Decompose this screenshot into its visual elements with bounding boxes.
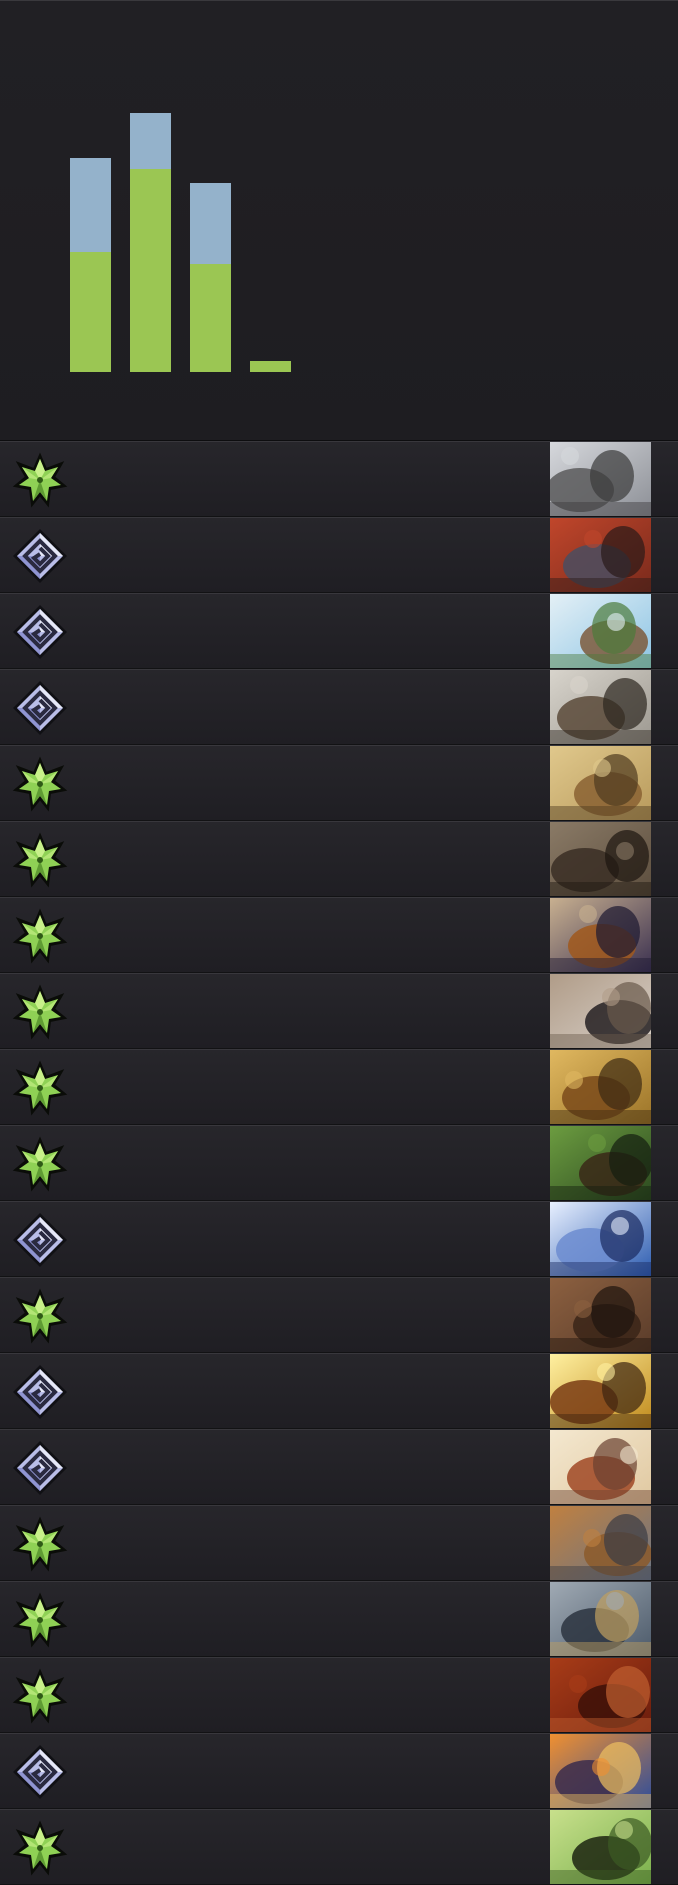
nature-leaf-icon [12, 832, 68, 888]
card-list [0, 441, 678, 1885]
card-row-16[interactable] [0, 1581, 678, 1657]
autumn-squirrel-art [550, 1050, 651, 1124]
card-row-3[interactable] [0, 593, 678, 669]
card-row-9[interactable] [0, 1049, 678, 1125]
brown-bear-art [550, 1278, 651, 1352]
nature-leaf-icon [12, 1060, 68, 1116]
order-diamond-icon [12, 1744, 68, 1800]
sabretooth-beast-art [550, 822, 651, 896]
card-row-14[interactable] [0, 1429, 678, 1505]
card-row-6[interactable] [0, 821, 678, 897]
card-row-1[interactable] [0, 441, 678, 517]
golden-light-mage-art [550, 1354, 651, 1428]
nature-leaf-icon [12, 1668, 68, 1724]
bar-green-3[interactable] [190, 264, 231, 372]
nature-leaf-icon [12, 984, 68, 1040]
nature-leaf-icon [12, 1516, 68, 1572]
black-raven-art [550, 974, 651, 1048]
red-haired-archer-art [550, 1430, 651, 1504]
bar-blue-1[interactable] [70, 158, 111, 252]
nature-leaf-icon [12, 1592, 68, 1648]
order-diamond-icon [12, 528, 68, 584]
nature-leaf-icon [12, 1136, 68, 1192]
cost-curve-chart-svg [70, 113, 291, 372]
royal-guards-art [550, 1734, 651, 1808]
nature-leaf-icon [12, 1820, 68, 1876]
bar-green-4[interactable] [250, 361, 291, 372]
lion-warrior-art [550, 1506, 651, 1580]
brown-rabbit-art [550, 746, 651, 820]
stag-silhouette-art [550, 1810, 651, 1884]
ice-knight-art [550, 1202, 651, 1276]
wolf-pack-art [550, 1582, 651, 1656]
shaman-warrior-art [550, 898, 651, 972]
bar-green-1[interactable] [70, 252, 111, 372]
card-row-4[interactable] [0, 669, 678, 745]
card-row-2[interactable] [0, 517, 678, 593]
bar-blue-2[interactable] [130, 113, 171, 169]
forest-ranger-art [550, 1126, 651, 1200]
grey-rat-on-rock-art [550, 442, 651, 516]
bar-blue-3[interactable] [190, 183, 231, 264]
card-row-18[interactable] [0, 1733, 678, 1809]
order-diamond-icon [12, 1212, 68, 1268]
nature-leaf-icon [12, 452, 68, 508]
order-diamond-icon [12, 1364, 68, 1420]
nature-leaf-icon [12, 756, 68, 812]
armored-dwarf-art [550, 670, 651, 744]
nature-leaf-icon [12, 1288, 68, 1344]
card-row-15[interactable] [0, 1505, 678, 1581]
card-row-5[interactable] [0, 745, 678, 821]
card-row-8[interactable] [0, 973, 678, 1049]
card-row-10[interactable] [0, 1125, 678, 1201]
hooded-warrior-red-art [550, 518, 651, 592]
card-row-13[interactable] [0, 1353, 678, 1429]
card-row-17[interactable] [0, 1657, 678, 1733]
card-row-11[interactable] [0, 1201, 678, 1277]
card-cost-chart [0, 0, 678, 442]
crimson-boar-art [550, 1658, 651, 1732]
blacksmith-hammer-art [550, 594, 651, 668]
order-diamond-icon [12, 1440, 68, 1496]
card-row-19[interactable] [0, 1809, 678, 1885]
bar-green-2[interactable] [130, 169, 171, 372]
order-diamond-icon [12, 604, 68, 660]
order-diamond-icon [12, 680, 68, 736]
nature-leaf-icon [12, 908, 68, 964]
card-row-7[interactable] [0, 897, 678, 973]
card-row-12[interactable] [0, 1277, 678, 1353]
